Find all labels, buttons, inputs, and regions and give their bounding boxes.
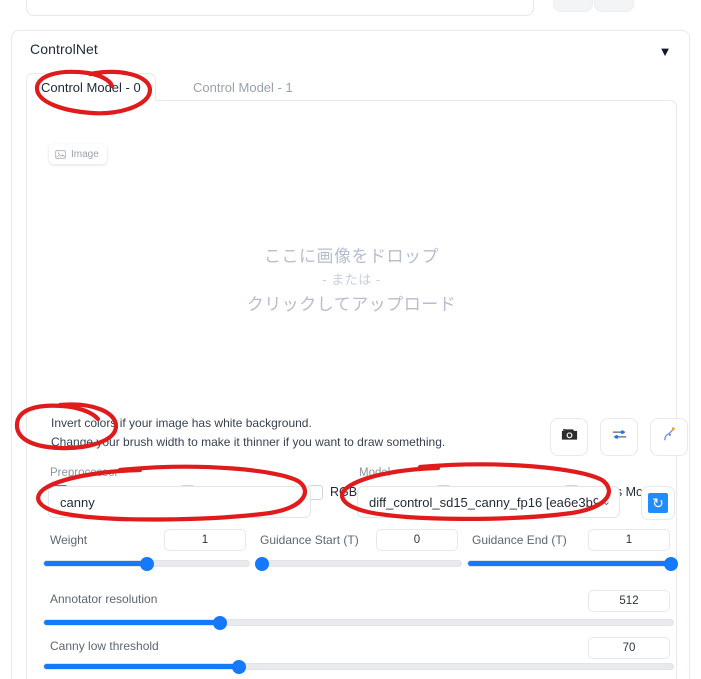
swap-sliders-icon: [610, 425, 629, 449]
canny-low-threshold-label: Canny low threshold: [50, 639, 159, 653]
page-title: ControlNet: [30, 41, 98, 57]
guidance-end-value[interactable]: 1: [588, 529, 670, 551]
recycle-icon: ⮟: [567, 0, 578, 1]
guidance-start-slider[interactable]: [255, 556, 462, 571]
guidance-start-value[interactable]: 0: [376, 529, 458, 551]
preprocessor-label: Preprocessor: [50, 467, 119, 479]
slider-thumb[interactable]: [213, 615, 228, 630]
hint-line-1: Invert colors if your image has white ba…: [51, 416, 312, 430]
tab-control-model-0[interactable]: Control Model - 0: [26, 73, 156, 101]
dropzone-upload-text: クリックしてアップロード: [246, 295, 457, 314]
weight-value[interactable]: 1: [164, 529, 246, 551]
slider-thumb[interactable]: [663, 556, 678, 571]
image-dropzone[interactable]: ここに画像をドロップ - または - クリックしてアップロード: [44, 146, 659, 411]
annotator-resolution-label: Annotator resolution: [50, 592, 158, 606]
refresh-models-button[interactable]: ↻: [641, 486, 675, 520]
guidance-end-slider[interactable]: [467, 556, 678, 571]
slider-thumb[interactable]: [139, 556, 154, 571]
image-badge-label: Image: [71, 148, 99, 160]
annotator-resolution-slider[interactable]: [43, 615, 674, 630]
hint-text: Invert colors if your image has white ba…: [51, 414, 445, 452]
guidance-end-label: Guidance End (T): [472, 533, 567, 547]
image-icon: [55, 149, 66, 160]
swap-sliders-button[interactable]: [600, 418, 638, 456]
chevron-down-icon[interactable]: ▼: [655, 41, 675, 61]
model-dropdown[interactable]: diff_control_sd15_canny_fp16 [ea6e3b9c ⌄: [357, 486, 620, 518]
clipboard-button[interactable]: ❖: [594, 0, 634, 12]
canny-low-threshold-slider[interactable]: [43, 659, 674, 674]
tab-strip: Control Model - 0 Control Model - 1: [26, 73, 677, 101]
slider-fill: [44, 620, 221, 625]
weight-slider[interactable]: [43, 556, 250, 571]
tab-control-model-1[interactable]: Control Model - 1: [178, 73, 308, 101]
open-pose-curve-icon: [660, 425, 679, 449]
slider-thumb[interactable]: [231, 659, 246, 674]
preprocessor-value: canny: [60, 494, 95, 510]
pose-curve-button[interactable]: [650, 418, 688, 456]
chevron-down-icon: ⌄: [601, 495, 611, 508]
top-partial-row: ⮟ ❖ Extra: [0, 0, 701, 16]
slider-fill: [44, 561, 147, 566]
dropzone-primary-text: ここに画像をドロップ: [264, 247, 439, 266]
slider-thumb[interactable]: [255, 556, 270, 571]
tab-label: Control Model - 0: [41, 79, 141, 95]
webcam-button[interactable]: [550, 418, 588, 456]
prompt-textbox[interactable]: [26, 0, 534, 16]
preprocessor-dropdown[interactable]: canny ⌄: [48, 486, 311, 518]
annotator-resolution-value[interactable]: 512: [588, 590, 670, 612]
refresh-icon: ↻: [648, 493, 668, 513]
image-type-badge: Image: [49, 144, 107, 164]
controlnet-screen: ⮟ ❖ Extra ControlNet ▼ Control Model - 0…: [0, 0, 701, 679]
tab-label: Control Model - 1: [193, 79, 293, 95]
dropzone-separator-text: - または -: [322, 272, 381, 287]
webcam-icon: [560, 425, 579, 449]
weight-label: Weight: [50, 533, 88, 547]
model-value: diff_control_sd15_canny_fp16 [ea6e3b9c: [369, 494, 598, 510]
model-label: Model: [359, 467, 391, 479]
hint-line-2: Change your brush width to make it thinn…: [51, 435, 446, 449]
controlnet-panel: ControlNet ▼ Control Model - 0 Control M…: [11, 30, 690, 679]
clipboard-icon: ❖: [608, 0, 620, 1]
slider-fill: [468, 561, 673, 566]
chevron-down-icon: ⌄: [292, 495, 302, 508]
slider-fill: [44, 664, 239, 669]
canny-low-threshold-value[interactable]: 70: [588, 637, 670, 659]
recycle-button[interactable]: ⮟: [553, 0, 593, 12]
guidance-start-label: Guidance Start (T): [260, 533, 359, 547]
